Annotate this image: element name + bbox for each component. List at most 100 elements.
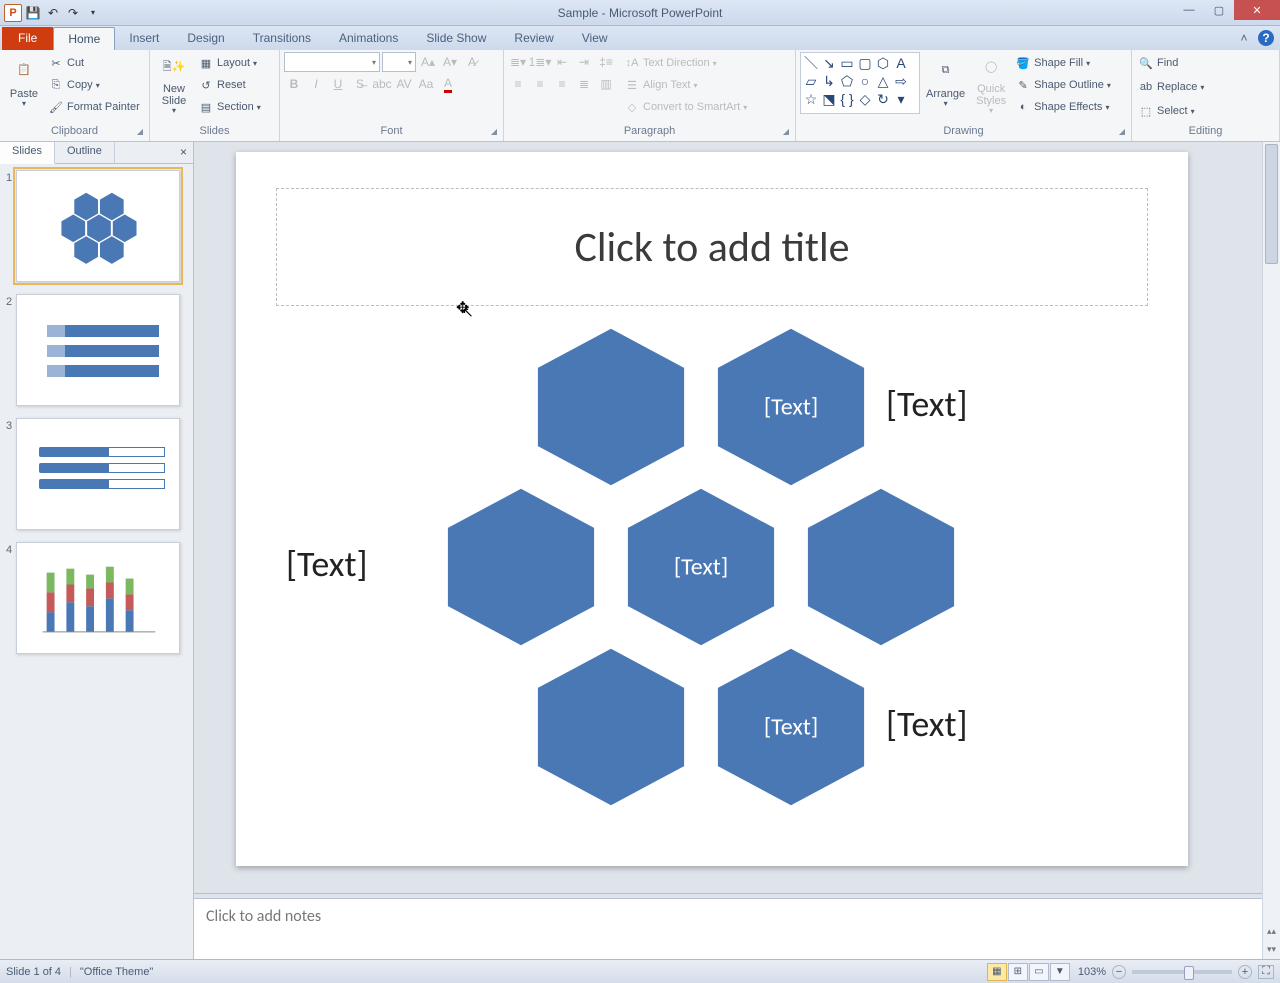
help-icon[interactable]: ?: [1258, 30, 1274, 46]
close-button[interactable]: ✕: [1234, 0, 1280, 20]
bold-button[interactable]: B: [284, 74, 304, 94]
shape-effects-button[interactable]: ◐Shape Effects▾: [1013, 96, 1113, 118]
next-slide-button[interactable]: ▾▾: [1263, 944, 1280, 955]
notes-pane[interactable]: Click to add notes: [194, 899, 1262, 959]
justify-button[interactable]: ≣: [574, 74, 594, 94]
slide-thumb-2[interactable]: [16, 294, 180, 406]
section-button[interactable]: ▤Section▾: [196, 96, 263, 118]
tab-insert[interactable]: Insert: [115, 27, 173, 50]
reset-button[interactable]: ↺Reset: [196, 74, 263, 96]
fit-to-window-button[interactable]: ⛶: [1258, 965, 1274, 979]
quick-styles-button[interactable]: ◯ Quick Styles▾: [971, 52, 1011, 118]
minimize-ribbon-icon[interactable]: ˄: [1236, 30, 1252, 46]
prev-slide-button[interactable]: ▴▴: [1263, 926, 1280, 937]
slide-editor[interactable]: Click to add title [Text] [Text] [Text]: [194, 142, 1280, 959]
paste-button[interactable]: 📋 Paste▾: [4, 52, 44, 118]
scrollbar-thumb[interactable]: [1265, 144, 1278, 264]
hex-shape[interactable]: [436, 482, 606, 652]
format-painter-button[interactable]: 🖌Format Painter: [46, 96, 142, 118]
align-text-button[interactable]: ☰Align Text▾: [622, 74, 749, 96]
numbering-button[interactable]: 1≣▾: [530, 52, 550, 72]
side-text[interactable]: [Text]: [286, 542, 368, 586]
char-spacing-button[interactable]: AV: [394, 74, 414, 94]
paragraph-launcher-icon[interactable]: ◢: [783, 127, 789, 136]
shape-outline-button[interactable]: ✎Shape Outline▾: [1013, 74, 1113, 96]
text-direction-button[interactable]: ↕AText Direction▾: [622, 52, 749, 74]
hex-shape[interactable]: [526, 322, 696, 492]
tab-home[interactable]: Home: [53, 27, 115, 50]
change-case-button[interactable]: Aa: [416, 74, 436, 94]
hex-shape[interactable]: [Text]: [706, 642, 876, 812]
vertical-scrollbar[interactable]: ▴▴ ▾▾: [1262, 142, 1280, 959]
zoom-level[interactable]: 103%: [1078, 966, 1106, 978]
slide-thumb-1[interactable]: [16, 170, 180, 282]
slideshow-view-button[interactable]: ▼: [1050, 963, 1070, 981]
strike-button[interactable]: S̶: [350, 74, 370, 94]
font-size-combo[interactable]: [382, 52, 416, 72]
title-placeholder[interactable]: Click to add title: [276, 188, 1148, 306]
shapes-gallery[interactable]: ＼↘▭▢⬡A ▱↳⬠○△⇨ ☆⬔{ }◇↻▾: [800, 52, 920, 114]
save-icon[interactable]: 💾: [24, 4, 42, 22]
decrease-indent-button[interactable]: ⇤: [552, 52, 572, 72]
hex-shape[interactable]: [Text]: [706, 322, 876, 492]
hex-text[interactable]: [Text]: [706, 393, 876, 422]
panel-close-icon[interactable]: ×: [180, 145, 187, 159]
columns-button[interactable]: ▥: [596, 74, 616, 94]
zoom-slider[interactable]: [1132, 970, 1232, 974]
copy-button[interactable]: ⎘Copy▾: [46, 74, 142, 96]
select-button[interactable]: ⬚Select▾: [1136, 100, 1197, 122]
bullets-button[interactable]: ≣▾: [508, 52, 528, 72]
find-button[interactable]: 🔍Find: [1136, 52, 1180, 74]
cut-button[interactable]: ✂Cut: [46, 52, 142, 74]
line-spacing-button[interactable]: ‡≡: [596, 52, 616, 72]
side-text[interactable]: [Text]: [886, 702, 968, 746]
align-right-button[interactable]: ≡: [552, 74, 572, 94]
slide-thumb-3[interactable]: [16, 418, 180, 530]
shadow-button[interactable]: abc: [372, 74, 392, 94]
tab-view[interactable]: View: [568, 27, 622, 50]
normal-view-button[interactable]: ▦: [987, 963, 1007, 981]
sorter-view-button[interactable]: ⊞: [1008, 963, 1028, 981]
tab-animations[interactable]: Animations: [325, 27, 412, 50]
clear-formatting-button[interactable]: A̷: [462, 52, 482, 72]
qat-customize-icon[interactable]: ▾: [84, 4, 102, 22]
tab-transitions[interactable]: Transitions: [239, 27, 325, 50]
hex-shape[interactable]: [526, 642, 696, 812]
maximize-button[interactable]: ▢: [1204, 0, 1234, 20]
tab-file[interactable]: File: [2, 27, 53, 50]
slide-canvas[interactable]: Click to add title [Text] [Text] [Text]: [236, 152, 1188, 866]
minimize-button[interactable]: —: [1174, 0, 1204, 20]
panel-tab-slides[interactable]: Slides: [0, 142, 55, 164]
clipboard-launcher-icon[interactable]: ◢: [137, 127, 143, 136]
undo-icon[interactable]: ↶: [44, 4, 62, 22]
layout-button[interactable]: ▦Layout▾: [196, 52, 263, 74]
italic-button[interactable]: I: [306, 74, 326, 94]
hex-shape[interactable]: [796, 482, 966, 652]
tab-slideshow[interactable]: Slide Show: [412, 27, 500, 50]
reading-view-button[interactable]: ▭: [1029, 963, 1049, 981]
increase-indent-button[interactable]: ⇥: [574, 52, 594, 72]
font-launcher-icon[interactable]: ◢: [491, 127, 497, 136]
smartart-hex-cluster[interactable]: [Text] [Text] [Text] [Text]: [456, 322, 1176, 842]
align-left-button[interactable]: ≡: [508, 74, 528, 94]
side-text[interactable]: [Text]: [886, 382, 968, 426]
replace-button[interactable]: abReplace▾: [1136, 76, 1206, 98]
tab-design[interactable]: Design: [173, 27, 238, 50]
underline-button[interactable]: U: [328, 74, 348, 94]
slide-thumb-4[interactable]: [16, 542, 180, 654]
hex-text[interactable]: [Text]: [706, 713, 876, 742]
shape-fill-button[interactable]: 🪣Shape Fill▾: [1013, 52, 1113, 74]
align-center-button[interactable]: ≡: [530, 74, 550, 94]
zoom-out-button[interactable]: −: [1112, 965, 1126, 979]
convert-smartart-button[interactable]: ◇Convert to SmartArt▾: [622, 96, 749, 118]
new-slide-button[interactable]: 🗎✨ New Slide▾: [154, 52, 194, 118]
panel-tab-outline[interactable]: Outline: [55, 142, 115, 163]
redo-icon[interactable]: ↷: [64, 4, 82, 22]
shapes-more-icon[interactable]: ▾: [893, 91, 909, 107]
hex-shape[interactable]: [Text]: [616, 482, 786, 652]
font-family-combo[interactable]: [284, 52, 380, 72]
hex-text[interactable]: [Text]: [616, 553, 786, 582]
font-color-button[interactable]: A: [438, 74, 458, 94]
grow-font-button[interactable]: A▴: [418, 52, 438, 72]
shrink-font-button[interactable]: A▾: [440, 52, 460, 72]
